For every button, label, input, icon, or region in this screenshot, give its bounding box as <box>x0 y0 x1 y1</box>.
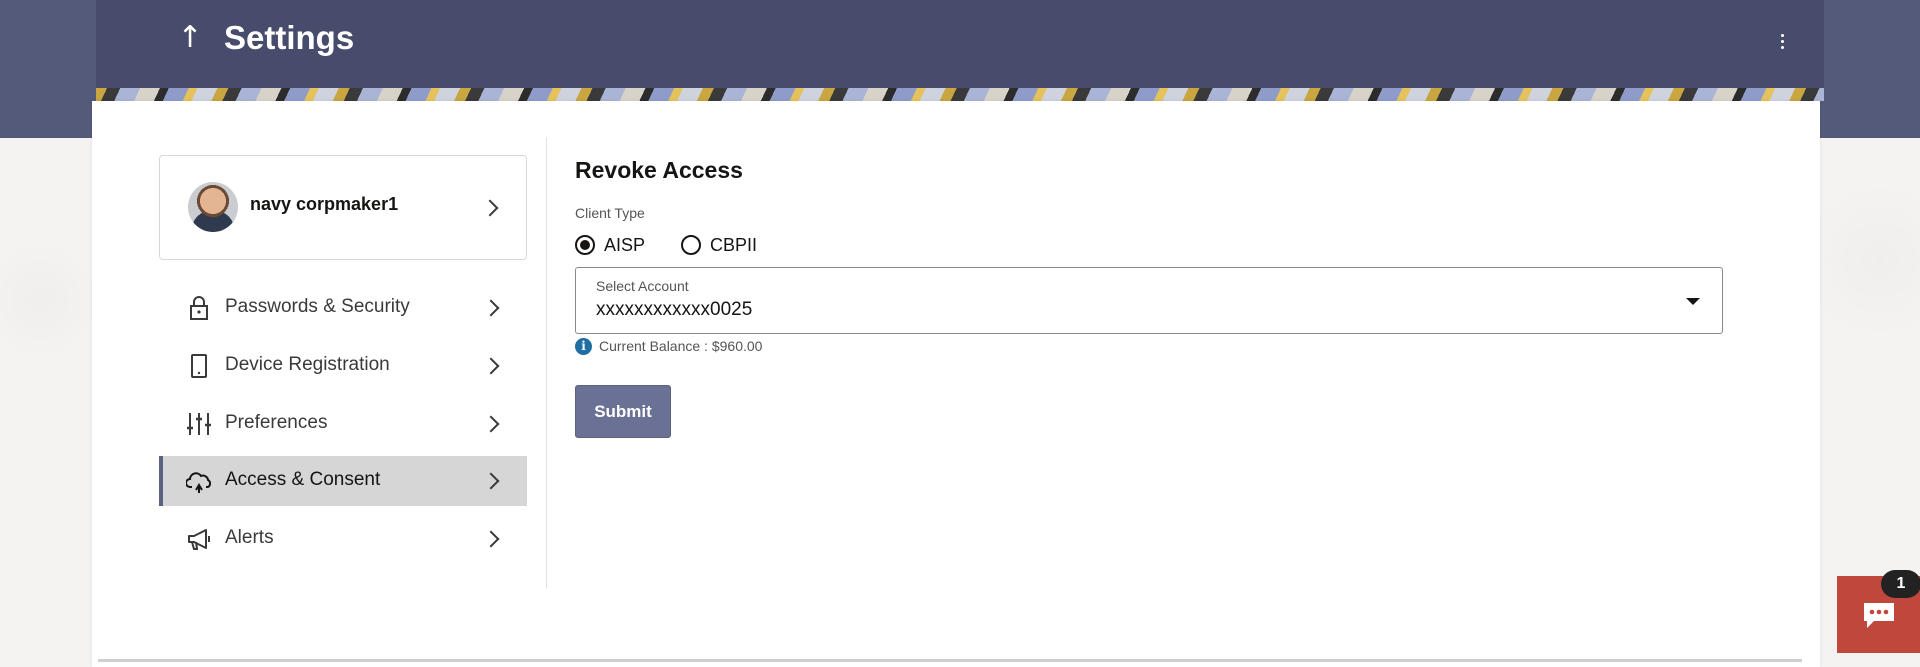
section-title: Revoke Access <box>575 157 743 183</box>
sidebar-item-device-registration[interactable]: Device Registration <box>159 341 527 391</box>
sidebar-item-preferences[interactable]: Preferences <box>159 399 527 449</box>
page-title: Settings <box>224 19 355 56</box>
chevron-right-icon <box>481 199 499 217</box>
sidebar-divider <box>546 137 547 588</box>
chevron-right-icon <box>482 530 500 548</box>
sidebar-item-access-consent[interactable]: Access & Consent <box>159 456 527 506</box>
avatar <box>188 182 238 232</box>
chevron-right-icon <box>482 357 500 375</box>
sidebar-item-label: Passwords & Security <box>225 296 410 317</box>
client-type-radio-group: AISP CBPII <box>575 233 793 257</box>
sidebar-item-label: Preferences <box>225 412 328 433</box>
card-footer-divider <box>98 659 1802 662</box>
radio-aisp[interactable]: AISP <box>575 235 645 256</box>
current-balance-info: i Current Balance : $960.00 <box>575 337 762 355</box>
sidebar-item-label: Access & Consent <box>225 469 381 490</box>
chevron-right-icon <box>482 472 500 490</box>
megaphone-icon <box>188 529 210 550</box>
info-icon: i <box>575 337 592 355</box>
profile-name: navy corpmaker1 <box>250 194 399 214</box>
chevron-right-icon <box>482 299 500 317</box>
radio-label: CBPII <box>710 234 758 255</box>
lock-icon <box>190 296 208 320</box>
sidebar-item-label: Alerts <box>225 527 274 548</box>
current-balance-text: Current Balance : $960.00 <box>599 338 763 354</box>
profile-card[interactable]: navy corpmaker1 <box>159 155 527 260</box>
header-bar <box>96 0 1824 88</box>
cloud-icon <box>186 472 212 493</box>
sliders-icon <box>187 413 211 435</box>
tablet-icon <box>191 354 207 378</box>
select-account-label: Select Account <box>596 278 689 294</box>
sidebar-item-alerts[interactable]: Alerts <box>159 514 527 564</box>
radio-label: AISP <box>604 234 646 255</box>
header-banner-strip <box>96 88 1824 101</box>
radio-cbpii[interactable]: CBPII <box>681 235 757 256</box>
kebab-menu-icon[interactable] <box>1772 26 1792 56</box>
sidebar-item-label: Device Registration <box>225 354 390 375</box>
select-account-value: xxxxxxxxxxxx0025 <box>596 299 753 320</box>
select-account-dropdown[interactable]: Select Account xxxxxxxxxxxx0025 <box>575 267 1723 334</box>
sidebar-item-passwords-security[interactable]: Passwords & Security <box>159 283 527 333</box>
up-arrow-icon[interactable]: ↑ <box>176 18 204 58</box>
chevron-right-icon <box>482 415 500 433</box>
chat-icon <box>1864 603 1894 628</box>
radio-unchecked-icon[interactable] <box>681 235 702 255</box>
submit-button[interactable]: Submit <box>575 385 671 438</box>
client-type-label: Client Type <box>575 205 645 221</box>
chat-notification-badge: 1 <box>1881 570 1920 598</box>
radio-checked-icon[interactable] <box>575 235 595 255</box>
caret-down-icon[interactable] <box>1686 298 1700 305</box>
